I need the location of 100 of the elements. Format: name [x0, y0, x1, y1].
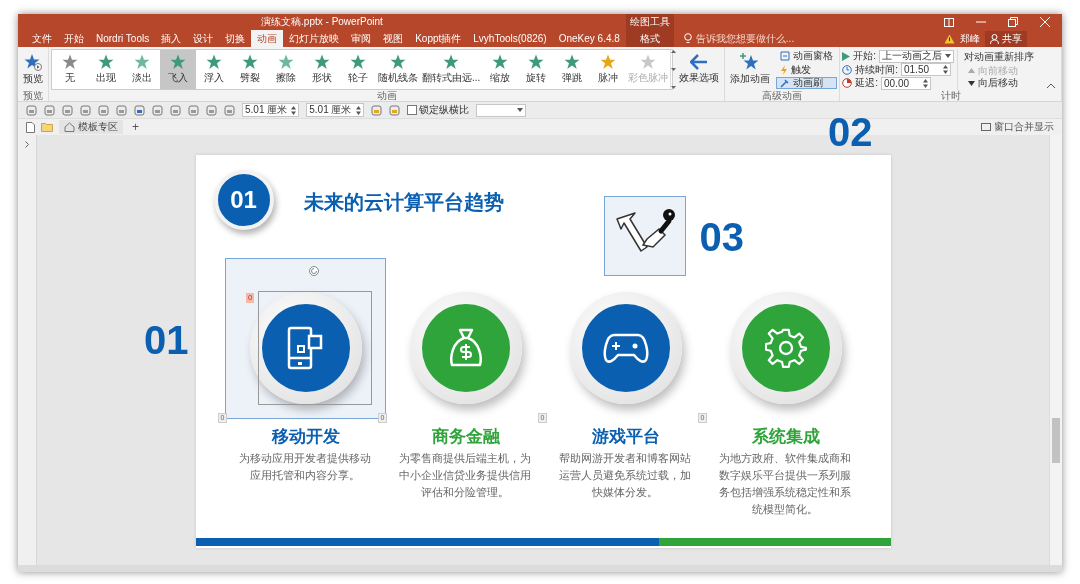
- animation-option[interactable]: 无: [52, 50, 88, 89]
- spinner-icon[interactable]: [291, 105, 297, 115]
- animation-option[interactable]: 擦除: [268, 50, 304, 89]
- animation-option[interactable]: 浮入: [196, 50, 232, 89]
- gear-icon: [764, 326, 807, 369]
- ribbon-tab[interactable]: Koppt插件: [409, 30, 468, 47]
- delay-field[interactable]: 00.00: [881, 76, 931, 90]
- document-icon[interactable]: [26, 121, 35, 133]
- ribbon-tab[interactable]: 幻灯片放映: [283, 30, 346, 47]
- ribbon-tab[interactable]: Nordri Tools: [90, 30, 156, 47]
- effect-options-button[interactable]: 效果选项: [676, 49, 723, 90]
- gallery-scrollbar[interactable]: [670, 50, 677, 89]
- expand-icon[interactable]: [25, 141, 29, 148]
- animation-option[interactable]: 形状: [304, 50, 340, 89]
- add-tab-button[interactable]: +: [129, 120, 142, 134]
- user-name[interactable]: 郑峰: [960, 31, 980, 46]
- resize-frame[interactable]: [258, 291, 372, 405]
- restore-icon[interactable]: [1008, 17, 1018, 27]
- animation-option[interactable]: 缩放: [482, 50, 519, 89]
- card-description: 为地方政府、软件集成商和数字娱乐平台提供一系列服务包括增强系统稳定性和系统模型简化。: [718, 451, 853, 517]
- vertical-scrollbar[interactable]: [1049, 135, 1062, 565]
- ribbon-tab[interactable]: OneKey 6.4.8: [552, 30, 626, 47]
- play-icon: [842, 51, 851, 61]
- ribbon-tab[interactable]: 视图: [377, 30, 410, 47]
- animation-painter-button[interactable]: 动画刷: [776, 77, 838, 89]
- animation-option[interactable]: 淡出: [124, 50, 160, 89]
- slide-title: 未来的云计算平台趋势: [303, 190, 504, 215]
- group-label: 动画: [375, 90, 398, 101]
- callout-number: 02: [828, 110, 873, 155]
- delay-label: 延迟:: [855, 76, 878, 90]
- scroll-down-icon[interactable]: [671, 68, 677, 71]
- folder-icon[interactable]: [41, 122, 53, 132]
- card-description: 为零售商提供后端主机，为中小企业信贷业务提供信用评估和分险管理。: [398, 451, 533, 500]
- callout-number: 03: [699, 215, 744, 260]
- animation-option[interactable]: 随机线条: [376, 50, 420, 89]
- pane-icon: [780, 51, 791, 61]
- money-bag-icon: [447, 327, 484, 368]
- person-icon: [990, 33, 999, 44]
- dropdown-field[interactable]: [475, 103, 526, 117]
- move-later-button[interactable]: 向后移动: [964, 77, 1034, 89]
- lightning-icon: [780, 64, 789, 75]
- callout-number: 01: [144, 318, 189, 363]
- spinner-icon[interactable]: [355, 105, 361, 115]
- ribbon-tab[interactable]: 切换: [219, 30, 252, 47]
- spinner-icon[interactable]: [923, 78, 928, 88]
- window-icon: [981, 123, 991, 131]
- rotate-handle-icon[interactable]: [308, 265, 320, 277]
- ribbon-tab[interactable]: 设计: [187, 30, 220, 47]
- animation-pane-button[interactable]: 动画窗格: [776, 50, 838, 62]
- card-title: 商务金融: [431, 426, 500, 448]
- home-icon: [64, 122, 75, 132]
- animation-option[interactable]: 劈裂: [232, 50, 268, 89]
- ribbon-display-icon[interactable]: [944, 17, 954, 27]
- delay-clock-icon: [842, 78, 853, 88]
- star-play-icon: [24, 53, 42, 71]
- animation-option[interactable]: 飞入: [160, 50, 196, 89]
- duration-label: 持续时间:: [855, 62, 898, 77]
- share-button[interactable]: 共享: [985, 30, 1027, 47]
- template-tab[interactable]: 模板专区: [59, 120, 123, 134]
- ribbon-tab[interactable]: 插入: [155, 30, 188, 47]
- ribbon-tab[interactable]: 格式: [625, 30, 674, 47]
- window-title: 演练文稿.pptx - PowerPoint: [260, 15, 384, 29]
- merge-windows-button[interactable]: 窗口合并显示: [975, 119, 1062, 135]
- phone-icon: [286, 325, 325, 370]
- collapse-ribbon-icon[interactable]: [1047, 83, 1055, 88]
- ribbon-tab[interactable]: 文件: [26, 30, 58, 47]
- spinner-icon[interactable]: [943, 65, 948, 74]
- more-icon[interactable]: [671, 86, 677, 89]
- number-badge: 01: [213, 169, 274, 230]
- animation-option[interactable]: 翻转式由远...: [420, 50, 483, 89]
- tell-me-field[interactable]: 告诉我您想要做什么...: [695, 33, 836, 44]
- thumbnail-pane[interactable]: [18, 135, 37, 565]
- shape-height-field[interactable]: 5.01 厘米: [242, 103, 300, 117]
- ribbon-tab[interactable]: 动画: [251, 30, 284, 47]
- animation-option[interactable]: 出现: [88, 50, 124, 89]
- clock-icon: [842, 64, 853, 75]
- lightbulb-icon: [683, 33, 692, 44]
- ribbon-tab[interactable]: LvyhTools(0826): [467, 30, 553, 47]
- lock-ratio-checkbox[interactable]: [406, 105, 417, 115]
- start-dropdown[interactable]: 上一动画之后: [879, 49, 954, 63]
- group-label: 计时: [939, 90, 962, 101]
- card-title: 系统集成: [751, 426, 820, 448]
- add-animation-button[interactable]: 添加动画: [727, 49, 774, 90]
- context-label: 绘图工具: [625, 14, 674, 30]
- ribbon-tab[interactable]: 开始: [58, 30, 90, 47]
- animation-option[interactable]: 轮子: [340, 50, 376, 89]
- animation-option[interactable]: 旋转: [518, 50, 555, 89]
- duration-field[interactable]: 01.50: [901, 63, 951, 76]
- close-icon[interactable]: [1040, 17, 1050, 27]
- start-label: 开始:: [853, 49, 876, 63]
- shape-width-field[interactable]: 5.01 厘米: [306, 103, 364, 117]
- preview-button[interactable]: 预览: [20, 49, 46, 90]
- animation-option[interactable]: 弹跳: [554, 50, 591, 89]
- animation-option[interactable]: 脉冲: [590, 50, 627, 89]
- group-label: 预览: [22, 90, 44, 101]
- card-title: 游戏平台: [591, 426, 660, 448]
- ribbon-tab[interactable]: 审阅: [345, 30, 378, 47]
- trigger-button[interactable]: 触发: [776, 63, 838, 76]
- scroll-up-icon[interactable]: [671, 50, 677, 53]
- up-triangle-icon: [968, 68, 975, 73]
